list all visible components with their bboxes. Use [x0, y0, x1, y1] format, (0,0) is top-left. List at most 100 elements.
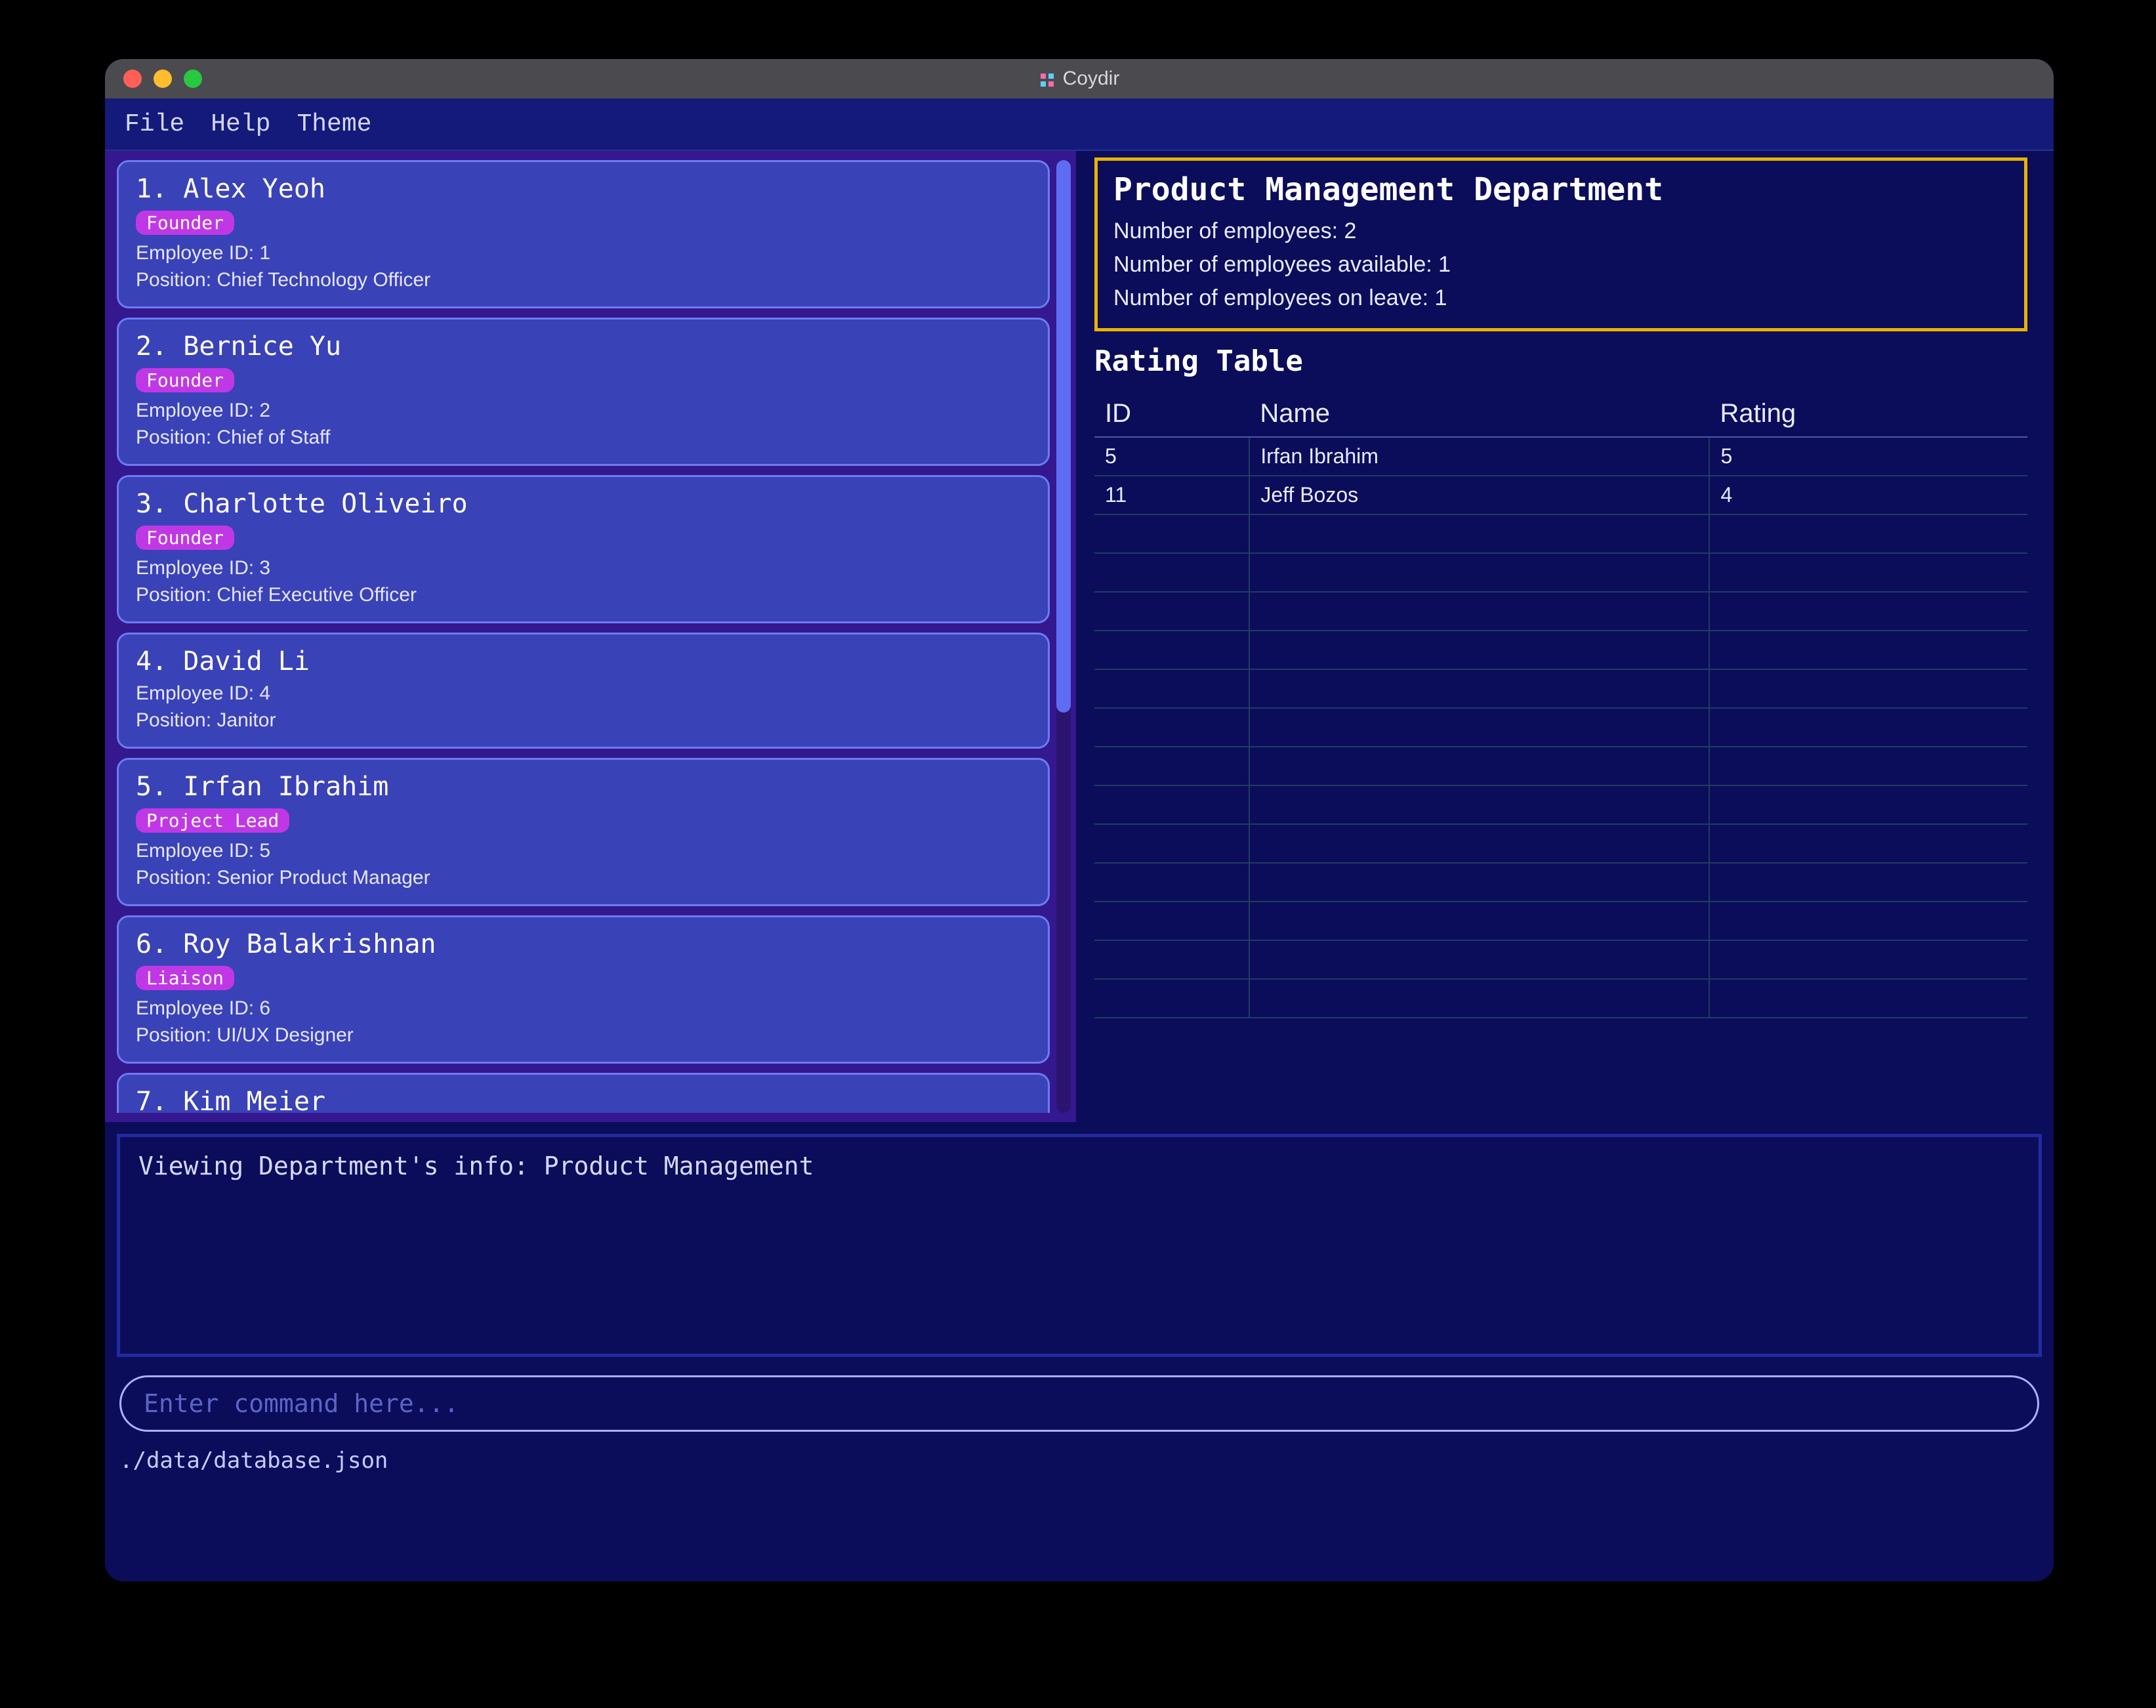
rating-cell-id: .: [1094, 824, 1249, 863]
employee-name: 7. Kim Meier: [136, 1087, 1031, 1113]
rating-cell-name: Irfan Ibrahim: [1249, 437, 1709, 476]
rating-cell-id: .: [1094, 553, 1249, 592]
employee-list-item[interactable]: 2. Bernice YuFounderEmployee ID: 2Positi…: [117, 318, 1050, 466]
menu-file[interactable]: File: [125, 110, 184, 138]
rating-cell-name: .: [1249, 553, 1709, 592]
employee-id-line: Employee ID: 3: [136, 555, 1031, 582]
rating-cell-rating: 5: [1709, 437, 2027, 476]
scrollbar-thumb[interactable]: [1056, 160, 1071, 713]
rating-row: ...: [1094, 940, 2027, 979]
rating-cell-id: .: [1094, 863, 1249, 902]
employee-position-line: Position: Janitor: [136, 707, 1031, 734]
employee-name: 1. Alex Yeoh: [136, 174, 1031, 204]
rating-cell-name: .: [1249, 940, 1709, 979]
rating-cell-id: .: [1094, 747, 1249, 785]
rating-cell-rating: .: [1709, 592, 2027, 631]
employee-position-line: Position: Senior Product Manager: [136, 865, 1031, 892]
employee-list-item[interactable]: 6. Roy Balakrishnan Liaison Employee ID: 6…: [117, 915, 1050, 1064]
status-bar-path: ./data/database.json: [105, 1436, 2054, 1488]
rating-cell-id: .: [1094, 708, 1249, 747]
rating-row: ...: [1094, 979, 2027, 1018]
employee-tag: Founder: [136, 211, 234, 235]
rating-cell-name: .: [1249, 979, 1709, 1018]
employee-list-item[interactable]: 5. Irfan IbrahimProject LeadEmployee ID:…: [117, 758, 1050, 906]
rating-row: ...: [1094, 824, 2027, 863]
rating-cell-rating: .: [1709, 785, 2027, 824]
rating-cell-rating: .: [1709, 902, 2027, 940]
rating-header-rating: Rating: [1709, 392, 2027, 437]
rating-row: ...: [1094, 863, 2027, 902]
traffic-light-maximize-icon[interactable]: [184, 70, 202, 88]
rating-row[interactable]: 5Irfan Ibrahim5: [1094, 437, 2027, 476]
app-window: Coydir File Help Theme 1. Alex Yeoh Found…: [105, 59, 2054, 1581]
employee-position-line: Position: UI/UX Designer: [136, 1022, 1031, 1049]
employee-position-line: Position: Chief Technology Officer: [136, 267, 1031, 294]
employee-list-item[interactable]: 3. Charlotte OliveiroFounderEmployee ID:…: [117, 475, 1050, 623]
rating-cell-name: Jeff Bozos: [1249, 476, 1709, 514]
rating-cell-id: .: [1094, 785, 1249, 824]
titlebar: Coydir: [105, 59, 2054, 98]
department-title: Product Management Department: [1113, 171, 2008, 208]
rating-row: ...: [1094, 592, 2027, 631]
employee-id-line: Employee ID: 4: [136, 680, 1031, 707]
app-logo-icon: [1039, 71, 1055, 87]
department-leave-line: Number of employees on leave: 1: [1113, 281, 2008, 315]
employee-tag: Project Lead: [136, 808, 289, 833]
department-summary-box: Product Management Department Number of …: [1094, 157, 2027, 331]
employee-position-line: Position: Chief Executive Officer: [136, 582, 1031, 609]
rating-row: ...: [1094, 631, 2027, 669]
rating-row: ...: [1094, 669, 2027, 708]
employee-id-line: Employee ID: 6: [136, 995, 1031, 1022]
rating-cell-rating: .: [1709, 863, 2027, 902]
rating-cell-id: .: [1094, 902, 1249, 940]
employee-list-item[interactable]: 4. David Li Employee ID: 4Position: Janit…: [117, 633, 1050, 749]
employee-name: 2. Bernice Yu: [136, 331, 1031, 362]
rating-row: ...: [1094, 708, 2027, 747]
rating-cell-name: .: [1249, 902, 1709, 940]
menu-help[interactable]: Help: [211, 110, 270, 138]
rating-cell-id: .: [1094, 979, 1249, 1018]
rating-row: ...: [1094, 747, 2027, 785]
employee-list-scrollbar[interactable]: [1056, 160, 1071, 1113]
employee-list-item[interactable]: 1. Alex Yeoh Founder Employee ID: 1Positio…: [117, 160, 1050, 308]
rating-cell-rating: .: [1709, 631, 2027, 669]
rating-row: ...: [1094, 553, 2027, 592]
employee-list[interactable]: 1. Alex YeohFounderEmployee ID: 1Positio…: [117, 160, 1050, 1113]
rating-cell-rating: .: [1709, 979, 2027, 1018]
rating-cell-rating: 4: [1709, 476, 2027, 514]
menubar: File Help Theme: [105, 98, 2054, 151]
employee-name: 3. Charlotte Oliveiro: [136, 489, 1031, 519]
rating-cell-name: .: [1249, 592, 1709, 631]
employee-tag: Founder: [136, 368, 234, 392]
rating-row[interactable]: 11Jeff Bozos4: [1094, 476, 2027, 514]
rating-cell-name: .: [1249, 669, 1709, 708]
employee-list-item[interactable]: 7. Kim MeierPromotion comingEmployee ID:…: [117, 1073, 1050, 1113]
employee-name: 6. Roy Balakrishnan: [136, 929, 1031, 959]
rating-cell-rating: .: [1709, 708, 2027, 747]
rating-cell-rating: .: [1709, 824, 2027, 863]
rating-cell-rating: .: [1709, 669, 2027, 708]
employee-name: 4. David Li: [136, 646, 1031, 677]
rating-cell-id: .: [1094, 940, 1249, 979]
rating-row: ...: [1094, 785, 2027, 824]
employee-tag: Liaison: [136, 966, 234, 990]
command-input[interactable]: [119, 1375, 2039, 1432]
traffic-light-close-icon[interactable]: [123, 70, 142, 88]
window-title: Coydir: [1063, 68, 1120, 90]
traffic-light-minimize-icon[interactable]: [154, 70, 172, 88]
rating-cell-name: .: [1249, 631, 1709, 669]
rating-cell-id: .: [1094, 592, 1249, 631]
department-available-line: Number of employees available: 1: [1113, 248, 2008, 281]
rating-header-name: Name: [1249, 392, 1709, 437]
employee-name: 5. Irfan Ibrahim: [136, 772, 1031, 802]
rating-cell-rating: .: [1709, 747, 2027, 785]
rating-cell-id: 11: [1094, 476, 1249, 514]
rating-cell-id: .: [1094, 631, 1249, 669]
menu-theme[interactable]: Theme: [297, 110, 371, 138]
rating-row: ...: [1094, 514, 2027, 553]
rating-cell-id: .: [1094, 669, 1249, 708]
rating-cell-name: .: [1249, 824, 1709, 863]
rating-table-title: Rating Table: [1094, 344, 2027, 378]
rating-cell-name: .: [1249, 863, 1709, 902]
employee-id-line: Employee ID: 1: [136, 240, 1031, 267]
